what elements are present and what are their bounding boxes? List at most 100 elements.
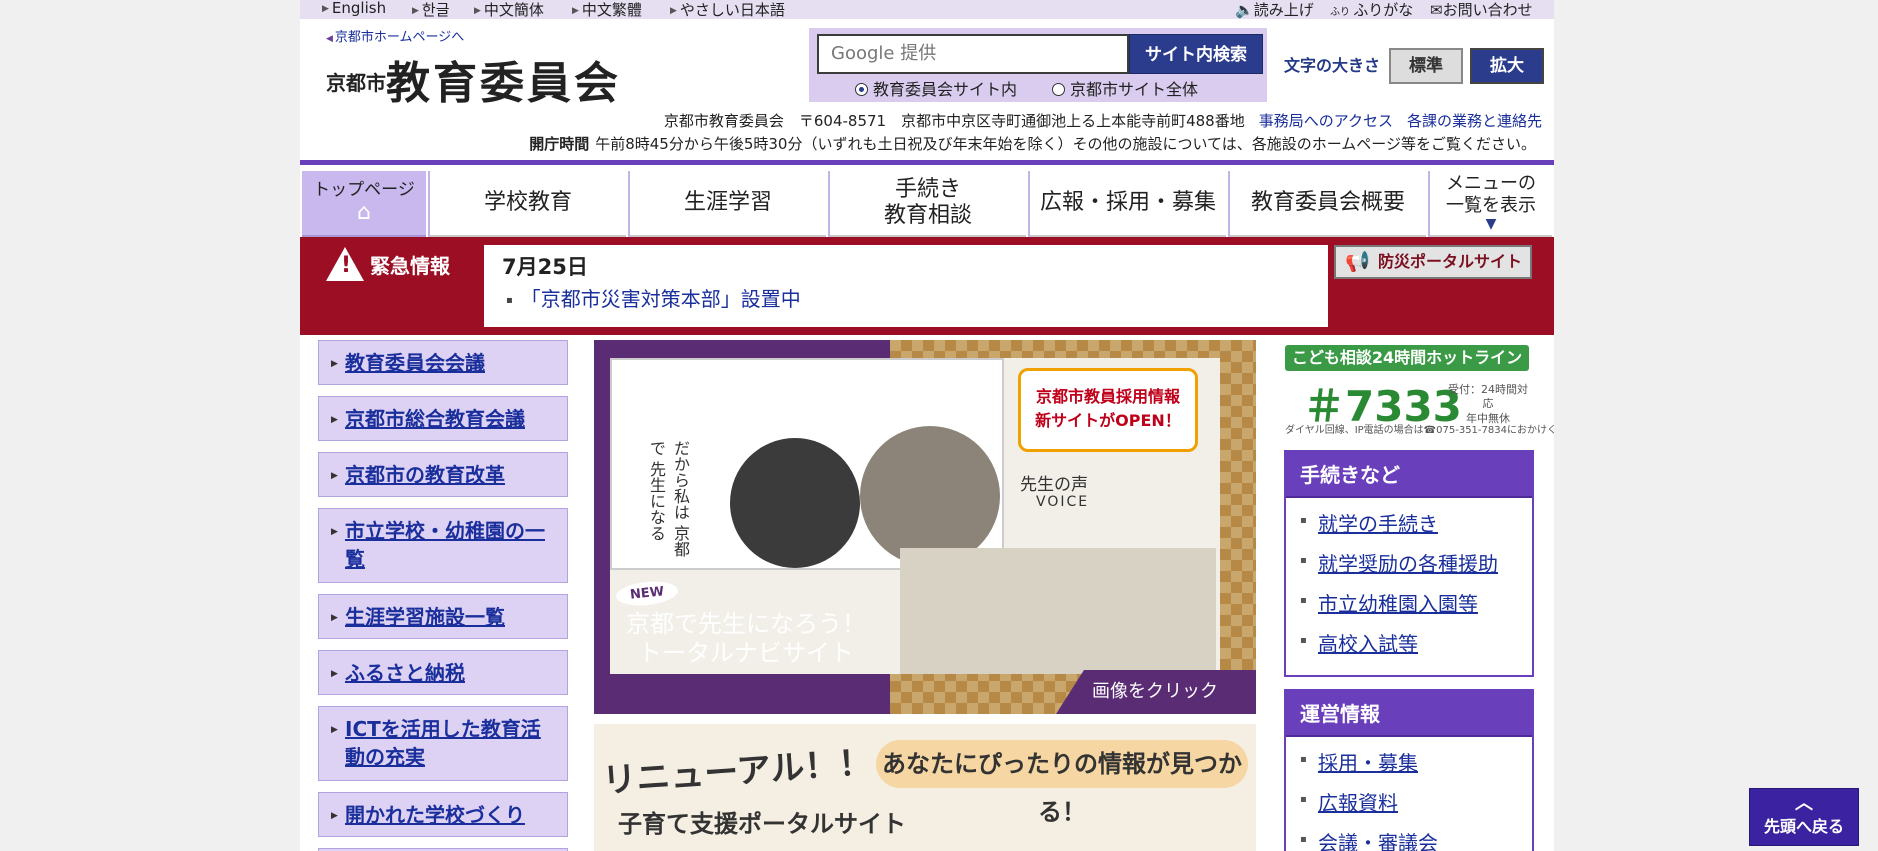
procedures-heading: 手続きなど <box>1286 452 1532 498</box>
search-button[interactable]: サイト内検索 <box>1129 34 1263 74</box>
left-nav-item-label: 市立学校・幼稚園の一覧 <box>345 519 545 571</box>
left-nav-item[interactable]: 市立学校・幼稚園の一覧 <box>318 508 568 583</box>
nav-top-page[interactable]: トップページ ⌂ <box>302 171 426 239</box>
left-nav-item-label: 京都市の教育改革 <box>345 463 505 487</box>
banner-site-screenshot: だから私は 京都で 先生になる <box>610 358 1004 570</box>
scope-radio-city[interactable]: 京都市サイト全体 <box>1052 76 1198 100</box>
logo-city: 京都市 <box>326 71 386 95</box>
procedure-link[interactable]: 市立幼稚園入園等 <box>1300 588 1478 617</box>
chevron-up-icon: ︿ <box>1795 793 1813 814</box>
read-aloud-label: 読み上げ <box>1253 1 1314 19</box>
banner-open-tag: 京都市教員採用情報 新サイトがOPEN！ <box>1018 368 1198 452</box>
left-nav-item-label: 京都市総合教育会議 <box>345 407 525 431</box>
procedure-link[interactable]: 就学奨励の各種援助 <box>1300 548 1498 577</box>
font-size-label: 文字の大きさ <box>1284 56 1381 75</box>
procedures-box: 手続きなど 就学の手続き 就学奨励の各種援助 市立幼稚園入園等 高校入試等 <box>1284 450 1534 677</box>
radio-unselected-icon <box>1052 83 1065 96</box>
contact-label: お問い合わせ <box>1442 1 1533 19</box>
lang-english-link[interactable]: English <box>322 0 386 17</box>
nav-lifelong-learning[interactable]: 生涯学習 <box>628 171 826 239</box>
left-nav-item-label: 教育委員会会議 <box>345 351 485 375</box>
left-nav-item[interactable]: ふるさと納税 <box>318 650 568 695</box>
address-text: 京都市教育委員会 〒604-8571 京都市中京区寺町通御池上る上本能寺前町48… <box>663 112 1245 130</box>
lang-chinese-simplified-link[interactable]: 中文簡体 <box>474 0 544 20</box>
back-to-top-label: 先頭へ戻る <box>1763 817 1844 836</box>
furigana-link[interactable]: ふり ふりがな <box>1330 0 1413 20</box>
left-nav-item[interactable]: 京都市の教育改革 <box>318 452 568 497</box>
nav-pr-recruitment[interactable]: 広報・採用・募集 <box>1028 171 1226 239</box>
operations-link[interactable]: 会議・審議会 <box>1300 827 1438 851</box>
search-input[interactable]: Google 提供 <box>817 34 1129 74</box>
font-size-large-button[interactable]: 拡大 <box>1470 48 1544 84</box>
left-nav-item[interactable]: 生涯学習施設一覧 <box>318 594 568 639</box>
banner2-subtitle: 子育て支援ポータルサイト <box>618 810 906 838</box>
nav-school-education[interactable]: 学校教育 <box>428 171 626 239</box>
alert-label: ! 緊急情報 <box>326 247 450 281</box>
left-nav-item-label: ふるさと納税 <box>345 661 465 685</box>
banner-vertical-text: だから私は 京都で 先生になる <box>647 440 690 558</box>
utility-bar: English 한글 中文簡体 中文繁體 やさしい日本語 🔈読み上げ ふり ふり… <box>300 0 1554 19</box>
radio-selected-icon <box>855 83 868 96</box>
teacher-photo <box>730 438 860 568</box>
contacts-link[interactable]: 各課の業務と連絡先 <box>1407 112 1542 130</box>
hotline-heading: こども相談24時間ホットライン <box>1285 345 1529 371</box>
read-aloud-link[interactable]: 🔈読み上げ <box>1235 0 1314 20</box>
furigana-label: ふりがな <box>1353 1 1414 19</box>
access-link[interactable]: 事務局へのアクセス <box>1259 112 1393 130</box>
address-line: 京都市教育委員会 〒604-8571 京都市中京区寺町通御池上る上本能寺前町48… <box>664 110 1542 131</box>
teacher-photo <box>860 426 1000 566</box>
nav-show-menu[interactable]: メニューの 一覧を表示 ▼ <box>1428 171 1552 239</box>
procedure-link[interactable]: 高校入試等 <box>1300 628 1418 657</box>
left-nav-item-label: 開かれた学校づくり <box>345 803 525 827</box>
banner-teacher-photos <box>900 548 1216 674</box>
nav-menu-label: メニューの 一覧を表示 <box>1446 173 1536 216</box>
contact-link[interactable]: ✉お問い合わせ <box>1430 0 1533 20</box>
page: English 한글 中文簡体 中文繁體 やさしい日本語 🔈読み上げ ふり ふり… <box>300 0 1554 851</box>
mail-icon: ✉ <box>1430 1 1443 19</box>
renewal-text: リニューアル！！ <box>601 742 874 802</box>
hotline-hours: 受付：24時間対応 年中無休 <box>1448 383 1528 425</box>
site-search: Google 提供 サイト内検索 教育委員会サイト内 京都市サイト全体 <box>809 28 1267 102</box>
disaster-portal-button[interactable]: 📢 防災ポータルサイト <box>1334 245 1532 279</box>
banner-title: 京都で先生になろう！ トータルナビサイト <box>626 610 866 667</box>
left-nav-item[interactable]: 開かれた学校づくり <box>318 792 568 837</box>
lang-chinese-traditional-link[interactable]: 中文繁體 <box>572 0 642 20</box>
left-nav-item[interactable]: 教育委員会会議 <box>318 340 568 385</box>
alert-box: 7月25日 「京都市災害対策本部」設置中 <box>484 245 1328 327</box>
nav-top-label: トップページ <box>313 179 415 200</box>
banner-click-label: 画像をクリック <box>1056 670 1256 714</box>
child-hotline[interactable]: こども相談24時間ホットライン ＃7333 受付：24時間対応 年中無休 ダイヤ… <box>1285 345 1554 436</box>
nav-procedures-consultation[interactable]: 手続き 教育相談 <box>828 171 1026 239</box>
left-nav-item[interactable]: 京都市総合教育会議 <box>318 396 568 441</box>
operations-heading: 運営情報 <box>1286 691 1532 737</box>
disaster-portal-label: 防災ポータルサイト <box>1378 252 1523 271</box>
office-hours: 開庁時間 午前8時45分から午後5時30分（いずれも土日祝及び年末年始を除く）その… <box>529 133 1536 154</box>
teacher-recruitment-banner[interactable]: だから私は 京都で 先生になる 京都市教員採用情報 新サイトがOPEN！ 先生の… <box>594 340 1256 714</box>
procedure-link[interactable]: 就学の手続き <box>1300 508 1438 537</box>
banner2-bubble: あなたにぴったりの情報が見つかる！ <box>876 740 1248 826</box>
font-size-standard-button[interactable]: 標準 <box>1389 48 1463 84</box>
global-nav: トップページ ⌂ 学校教育 生涯学習 手続き 教育相談 広報・採用・募集 教育委員… <box>300 160 1554 239</box>
banner-voice-en: VOICE <box>1036 494 1090 510</box>
scope-radio-board[interactable]: 教育委員会サイト内 <box>855 76 1017 100</box>
hotline-tel-note: ダイヤル回線、IP電話の場合は☎075-351-7834におかけください。 <box>1285 425 1554 436</box>
scope-radio-city-label: 京都市サイト全体 <box>1070 80 1199 99</box>
megaphone-icon: 📢 <box>1345 249 1370 273</box>
childcare-portal-banner[interactable]: リニューアル！！ あなたにぴったりの情報が見つかる！ 子育て支援ポータルサイト <box>594 724 1256 851</box>
left-nav-item-label: ICTを活用した教育活動の充実 <box>345 717 541 769</box>
city-homepage-link[interactable]: 京都市ホームページへ <box>326 26 464 45</box>
alert-item-link[interactable]: 「京都市災害対策本部」設置中 <box>506 283 801 312</box>
banner-voice-heading: 先生の声 <box>1020 475 1088 495</box>
left-nav-item[interactable]: ICTを活用した教育活動の充実 <box>318 706 568 781</box>
alert-label-text: 緊急情報 <box>370 254 450 278</box>
operations-link[interactable]: 採用・募集 <box>1300 747 1418 776</box>
lang-easy-japanese-link[interactable]: やさしい日本語 <box>670 0 785 20</box>
nav-board-overview[interactable]: 教育委員会概要 <box>1228 171 1426 239</box>
operations-link[interactable]: 広報資料 <box>1300 787 1398 816</box>
lang-korean-link[interactable]: 한글 <box>412 0 450 20</box>
chevron-double-down-icon: ▼ <box>1485 216 1497 233</box>
back-to-top-button[interactable]: ︿ 先頭へ戻る <box>1749 788 1859 846</box>
scope-radio-board-label: 教育委員会サイト内 <box>873 80 1018 99</box>
logo-board-of-education[interactable]: 教育委員会 <box>386 47 621 111</box>
warning-icon: ! <box>326 247 364 281</box>
